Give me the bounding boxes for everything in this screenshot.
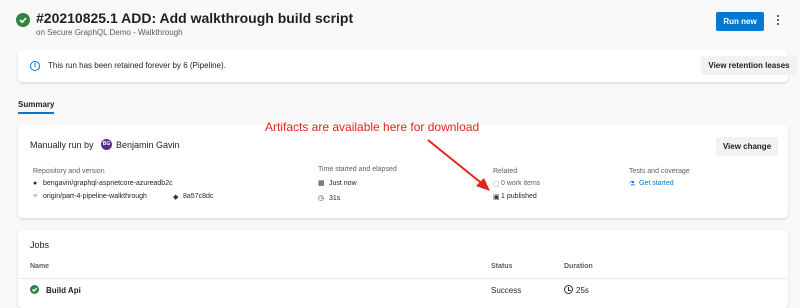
clock-icon xyxy=(564,285,573,294)
jobs-card: Jobs Name Status Duration Build Api Succ… xyxy=(18,230,788,308)
job-name[interactable]: Build Api xyxy=(46,286,81,295)
column-duration: Duration xyxy=(564,263,593,270)
jobs-title: Jobs xyxy=(30,240,50,250)
divider xyxy=(18,278,788,279)
job-success-icon xyxy=(30,285,39,294)
job-status: Success xyxy=(491,286,522,295)
column-name: Name xyxy=(30,263,50,270)
column-status: Status xyxy=(491,263,513,270)
job-duration: 25s xyxy=(576,286,589,295)
